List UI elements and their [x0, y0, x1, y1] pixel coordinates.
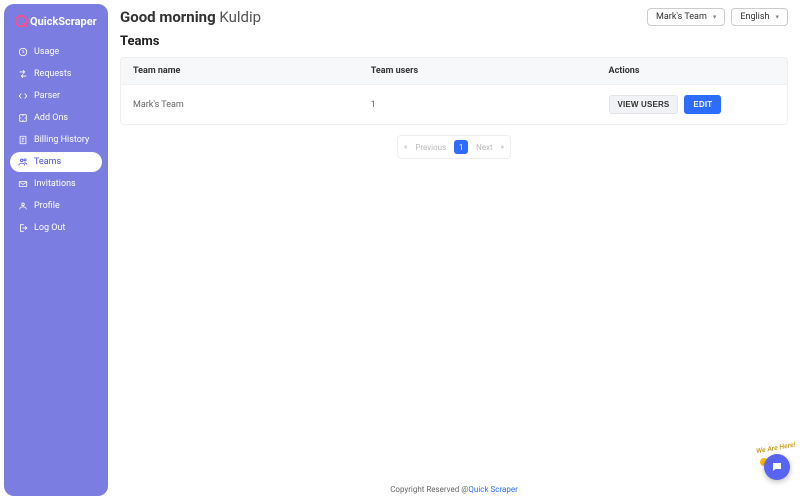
table-row: Mark's Team 1 VIEW USERS EDIT	[121, 84, 787, 124]
brand-logo: QuickScraper	[10, 14, 102, 28]
pager-prev: Previous	[415, 143, 446, 152]
sidebar-item-logout[interactable]: Log Out	[10, 218, 102, 238]
greeting-name: Kuldip	[219, 8, 261, 26]
footer: Copyright Reserved @Quick Scraper	[120, 479, 788, 496]
cell-team-name: Mark's Team	[133, 100, 371, 110]
teams-table: Team name Team users Actions Mark's Team…	[120, 57, 788, 125]
footer-text: Copyright Reserved @	[390, 485, 468, 494]
sidebar-item-label: Invitations	[34, 179, 76, 189]
pager: « Previous 1 Next »	[120, 135, 788, 159]
sidebar-item-parser[interactable]: Parser	[10, 86, 102, 106]
footer-link[interactable]: Quick Scraper	[468, 485, 517, 494]
sidebar-item-label: Log Out	[34, 223, 65, 233]
sidebar-item-requests[interactable]: Requests	[10, 64, 102, 84]
pager-next: Next	[476, 143, 493, 152]
mail-icon	[18, 179, 28, 189]
team-selector-label: Mark's Team	[656, 12, 707, 22]
receipt-icon	[18, 135, 28, 145]
sidebar-item-label: Requests	[34, 69, 71, 79]
view-users-button[interactable]: VIEW USERS	[609, 95, 679, 114]
chat-icon	[771, 461, 783, 473]
users-icon	[18, 157, 28, 167]
sidebar-item-label: Teams	[34, 157, 61, 167]
table-header: Team name Team users Actions	[121, 58, 787, 84]
sidebar-item-billing[interactable]: Billing History	[10, 130, 102, 150]
arrows-icon	[18, 69, 28, 79]
sidebar-item-label: Profile	[34, 201, 60, 211]
pager-current[interactable]: 1	[454, 140, 468, 154]
pager-box: « Previous 1 Next »	[397, 135, 511, 159]
clock-icon	[18, 47, 28, 57]
pager-next-arrow-icon: »	[501, 143, 504, 151]
page-title: Teams	[120, 34, 788, 49]
language-selector[interactable]: English ▾	[731, 8, 788, 26]
pager-prev-arrow-icon: «	[404, 143, 407, 151]
sidebar-item-invitations[interactable]: Invitations	[10, 174, 102, 194]
col-team-name: Team name	[133, 66, 371, 76]
cell-actions: VIEW USERS EDIT	[609, 95, 775, 114]
brand-name: QuickScraper	[30, 15, 97, 28]
sidebar-item-label: Add Ons	[34, 113, 68, 123]
sidebar: QuickScraper Usage Requests Parser Add O…	[4, 4, 108, 496]
code-icon	[18, 91, 28, 101]
user-icon	[18, 201, 28, 211]
sidebar-item-profile[interactable]: Profile	[10, 196, 102, 216]
col-team-users: Team users	[371, 66, 609, 76]
chevron-down-icon: ▾	[775, 13, 779, 21]
edit-button[interactable]: EDIT	[684, 95, 721, 114]
sidebar-item-label: Parser	[34, 91, 60, 101]
help-chat-button[interactable]	[764, 454, 790, 480]
brand-logo-icon	[14, 14, 28, 28]
sidebar-item-teams[interactable]: Teams	[10, 152, 102, 172]
greeting-prefix: Good morning	[120, 8, 216, 26]
top-controls: Mark's Team ▾ English ▾	[647, 8, 788, 26]
col-actions: Actions	[609, 66, 775, 76]
sidebar-nav: Usage Requests Parser Add Ons Billing Hi…	[10, 42, 102, 238]
team-selector[interactable]: Mark's Team ▾	[647, 8, 725, 26]
cell-team-users: 1	[371, 100, 609, 110]
main-content: Good morning Kuldip Mark's Team ▾ Englis…	[112, 0, 800, 500]
puzzle-icon	[18, 113, 28, 123]
chevron-down-icon: ▾	[713, 13, 717, 21]
sidebar-item-usage[interactable]: Usage	[10, 42, 102, 62]
sidebar-item-addons[interactable]: Add Ons	[10, 108, 102, 128]
topbar: Good morning Kuldip Mark's Team ▾ Englis…	[120, 8, 788, 26]
greeting: Good morning Kuldip	[120, 8, 261, 26]
logout-icon	[18, 223, 28, 233]
sidebar-item-label: Usage	[34, 47, 59, 57]
sidebar-item-label: Billing History	[34, 135, 89, 145]
language-selector-label: English	[740, 12, 769, 22]
